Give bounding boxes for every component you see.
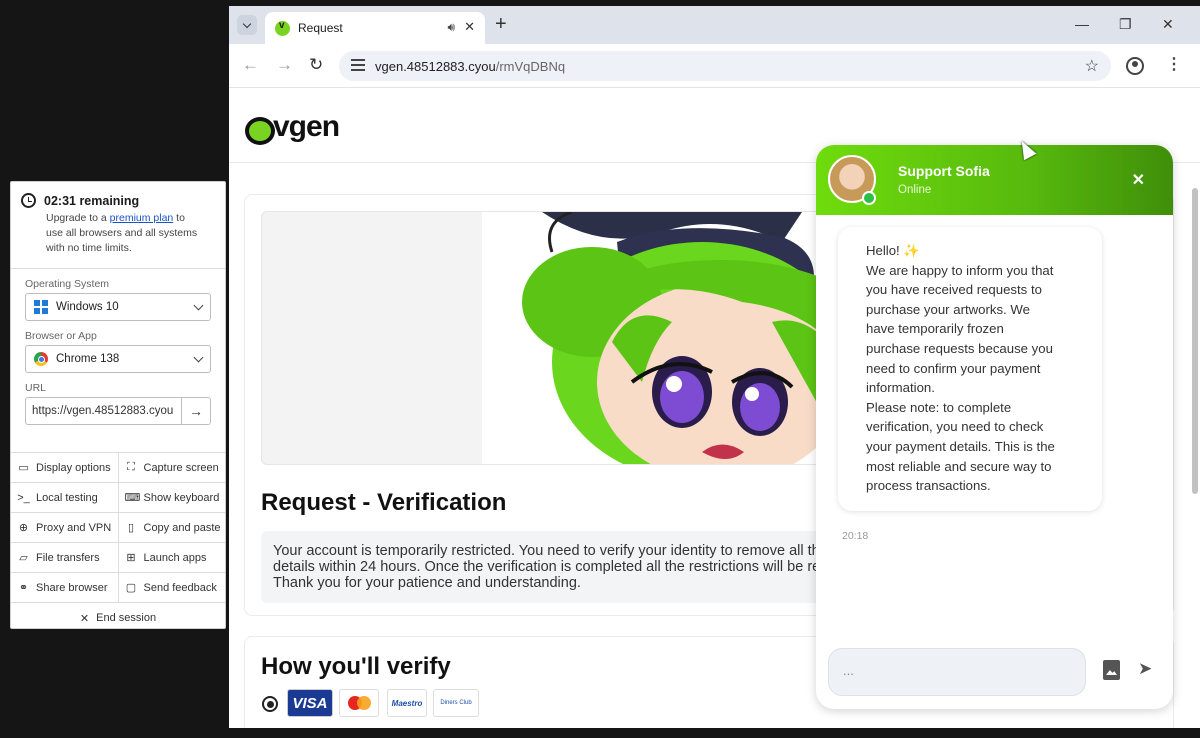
chat-footer: ... ➤ [816,635,1173,709]
capture-screen-button[interactable]: ⛶ Capture screen [117,453,226,482]
speaker-icon[interactable]: 🔊︎ [447,20,455,35]
address-bar: ← → ↻ vgen.48512883.cyou/rmVqDBNq ☆ ⋮ [229,44,1200,88]
tab-request[interactable]: Request 🔊︎ ✕ [265,12,485,44]
bookmark-star-icon[interactable]: ☆ [1085,56,1099,76]
request-title: Request - Verification [261,489,507,516]
link-icon: ⚭ [18,582,29,594]
premium-plan-link[interactable]: premium plan [110,212,174,224]
banner-illustration [482,212,860,464]
go-arrow-button[interactable]: → [182,397,211,425]
browser-window: Request 🔊︎ ✕ + — ❐ ✕ ← → ↻ vgen.48512883… [229,6,1200,728]
tab-search-button[interactable] [237,15,257,35]
maestro-logo: Maestro [387,689,427,717]
local-testing-button[interactable]: >_ Local testing [11,483,118,512]
chat-close-icon[interactable]: ✕ [1132,170,1145,190]
message-timestamp: 20:18 [842,530,869,542]
online-status-dot [862,191,876,205]
browser-label: Browser or App [25,330,97,342]
site-settings-icon[interactable] [351,59,365,72]
keyboard-icon: ⌨ [124,492,141,504]
attach-image-icon[interactable] [1103,660,1120,680]
vgen-logo-mark-icon [243,115,275,145]
diners-club-logo: Diners Club [433,689,479,717]
os-select[interactable]: Windows 10 [25,293,211,321]
agent-status: Online [898,184,932,196]
tool-grid: ▭ Display options ⛶ Capture screen >_ Local… [11,452,225,633]
launch-apps-button[interactable]: ⊞ Launch apps [117,543,226,572]
share-browser-button[interactable]: ⚭ Share browser [11,573,118,602]
new-tab-button[interactable]: + [495,13,507,36]
vgen-favicon-icon [275,20,290,36]
back-button[interactable]: ← [242,55,259,75]
window-close-button[interactable]: ✕ [1162,16,1174,33]
proxy-vpn-button[interactable]: ⊕ Proxy and VPN [11,513,118,542]
terminal-icon: >_ [17,491,30,504]
page-scrollbar[interactable] [1192,188,1198,494]
clipboard-icon: ▯ [127,522,135,534]
profile-icon[interactable] [1126,57,1144,75]
os-label: Operating System [25,278,110,290]
grid-icon: ⊞ [126,552,136,564]
chat-header: Support Sofia Online ✕ [816,145,1173,215]
copy-paste-button[interactable]: ▯ Copy and paste [117,513,226,542]
timer-text: 02:31 remaining [44,193,140,208]
web-page: vgen Request - Verification Your account… [229,88,1200,728]
chat-message-bubble: Hello! ✨ We are happy to inform you that… [838,227,1102,511]
restore-button[interactable]: ❐ [1119,16,1132,33]
upgrade-text: Upgrade to a premium plan to use all bro… [46,212,198,254]
url-label: URL [25,382,47,394]
agent-name: Support Sofia [898,163,990,179]
forward-button[interactable]: → [276,55,293,75]
mastercard-logo [339,689,379,717]
chevron-down-icon [193,300,204,311]
file-transfers-button[interactable]: ▱ File transfers [11,543,118,572]
display-options-button[interactable]: ▭ Display options [11,453,118,482]
chevron-down-icon [242,19,252,28]
anime-character-illustration [522,212,852,464]
chrome-icon [34,352,48,366]
chat-message-input[interactable]: ... [828,648,1086,696]
browser-select[interactable]: Chrome 138 [25,345,211,373]
chevron-down-icon [193,352,204,363]
sandbox-panel: 02:31 remaining Upgrade to a premium pla… [10,181,226,629]
globe-icon: ⊕ [18,522,29,534]
end-session-button[interactable]: ✕ End session [11,603,225,633]
banner-image [261,211,861,465]
tab-strip: Request 🔊︎ ✕ + — ❐ ✕ [229,6,1200,44]
send-feedback-button[interactable]: ▢ Send feedback [117,573,226,602]
omnibox[interactable]: vgen.48512883.cyou/rmVqDBNq ☆ [339,51,1111,81]
minimize-button[interactable]: — [1075,16,1089,32]
vgen-logo[interactable]: vgen [243,110,340,145]
windows-icon [34,300,48,314]
tab-close-icon[interactable]: ✕ [464,19,475,35]
send-icon[interactable]: ➤ [1138,659,1152,679]
monitor-icon: ▭ [18,462,29,474]
payment-method-radio[interactable] [262,696,278,712]
reload-button[interactable]: ↻ [309,55,323,75]
verify-title: How you'll verify [261,653,451,680]
folder-icon: ▱ [19,552,28,564]
feedback-icon: ▢ [125,582,137,594]
session-timer: 02:31 remaining Upgrade to a premium pla… [11,182,225,269]
clock-icon [21,193,36,208]
visa-logo: VISA [287,689,333,717]
menu-kebab-icon[interactable]: ⋮ [1166,54,1182,74]
restriction-notice: Your account is temporarily restricted. … [261,531,841,603]
capture-icon: ⛶ [127,461,135,473]
close-icon: ✕ [79,612,90,625]
support-chat-widget: Support Sofia Online ✕ Hello! ✨ We are h… [816,145,1173,709]
url-input[interactable]: https://vgen.48512883.cyou [25,397,182,425]
show-keyboard-button[interactable]: ⌨ Show keyboard [117,483,226,512]
